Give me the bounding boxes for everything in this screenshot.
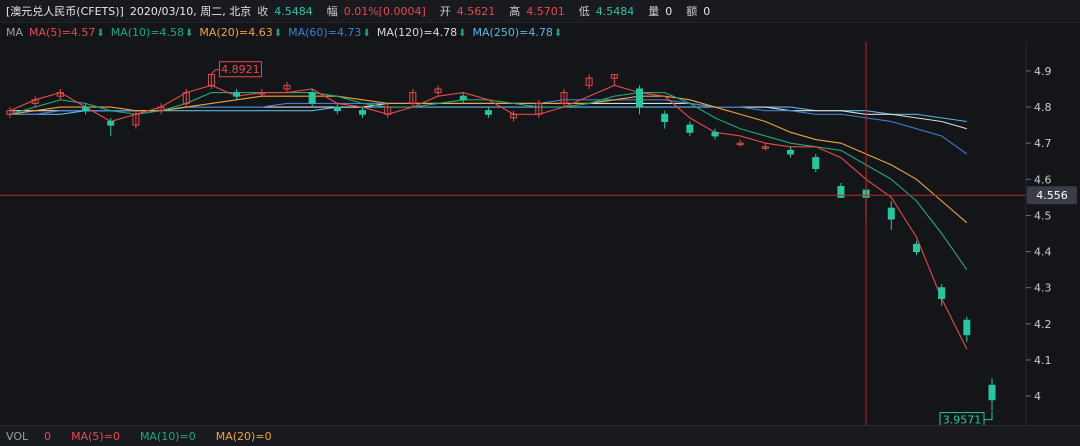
max-leader <box>211 69 220 75</box>
y-tick-label: 4.7 <box>1034 137 1052 150</box>
arrow-down-icon: ⬇ <box>553 27 563 39</box>
candle-body <box>661 113 669 122</box>
arrow-down-icon: ⬇ <box>362 27 371 39</box>
arrow-down-icon: ⬇ <box>273 27 283 39</box>
high-label: 高 <box>509 5 521 18</box>
y-tick-label: 4.5 <box>1034 209 1052 222</box>
y-tick-label: 4.8 <box>1034 101 1052 114</box>
y-tick-label: 4.3 <box>1034 282 1052 295</box>
close-label: 收 <box>257 5 269 18</box>
ma250-legend[interactable]: MA(250)=4.78⬇ <box>473 26 563 39</box>
change-label: 幅 <box>326 5 338 18</box>
candle-body <box>107 120 115 126</box>
candle-body <box>359 110 367 115</box>
ma20-legend[interactable]: MA(20)=4.63⬇ <box>199 26 282 39</box>
high-value: 4.5701 <box>526 4 565 18</box>
candle-body <box>459 95 467 101</box>
y-tick-label: 4.1 <box>1034 354 1052 367</box>
min-label: 3.9571 <box>943 414 982 425</box>
candle-body <box>938 287 946 300</box>
candle-body <box>686 124 694 133</box>
candle-body <box>887 207 895 220</box>
open-value: 4.5621 <box>456 4 496 18</box>
chart-canvas[interactable]: 4.9 4.8 4.7 4.6 4.5 4.4 4.3 4.2 4.1 4 4.556 4.8921 3… <box>0 42 1080 425</box>
ma10-line <box>9 92 968 270</box>
candle-body <box>912 243 920 253</box>
candle-body <box>333 106 341 112</box>
min-leader <box>984 411 993 421</box>
max-label: 4.8921 <box>221 63 260 76</box>
symbol-name: [澳元兑人民币(CFETS)] <box>6 5 124 18</box>
arrow-down-icon: ⬇ <box>185 27 194 39</box>
y-tick-label: 4.2 <box>1034 318 1052 331</box>
change-abs: [0.0004] <box>378 4 426 18</box>
y-tick-label: 4 <box>1034 390 1041 403</box>
candle-body <box>82 106 90 112</box>
arrow-down-icon: ⬇ <box>458 27 467 39</box>
volume-label: 量 <box>648 5 660 18</box>
candle-body <box>308 92 316 104</box>
candle-body <box>787 149 795 155</box>
candle-body <box>484 110 492 115</box>
volume-value: 0 <box>665 4 673 18</box>
vol-title: VOL <box>6 429 29 443</box>
date-time: 2020/03/10, 周二, 北京 <box>129 5 252 18</box>
vol-ma10: MA(10)=0 <box>139 429 196 443</box>
ma60-legend[interactable]: MA(60)=4.73⬇ <box>288 26 371 39</box>
ma5-line <box>9 84 968 350</box>
candle-body <box>233 92 241 97</box>
y-tick-label: 4.4 <box>1034 246 1052 259</box>
candle-body <box>635 88 643 108</box>
amount-value: 0 <box>703 4 711 18</box>
open-label: 开 <box>439 5 451 18</box>
ma-legend[interactable]: MA MA(5)=4.57⬇ MA(10)=4.58⬇ MA(20)=4.63⬇… <box>0 22 1080 42</box>
candle-body <box>963 319 971 336</box>
crosshair-price-label: 4.556 <box>1036 189 1068 202</box>
candle-body <box>812 157 820 169</box>
ma5-legend[interactable]: MA(5)=4.57⬇ <box>29 26 105 39</box>
ma120-legend[interactable]: MA(120)=4.78⬇ <box>377 26 467 39</box>
y-tick-label: 4.9 <box>1034 65 1052 78</box>
arrow-down-icon: ⬇ <box>96 27 105 39</box>
candle-body <box>711 131 719 137</box>
vol-value: 0 <box>44 429 52 443</box>
ma-title: MA <box>6 25 24 39</box>
candle-body <box>988 384 996 401</box>
vol-ma5: MA(5)=0 <box>71 429 120 443</box>
volume-legend: VOL 0 MA(5)=0 MA(10)=0 MA(20)=0 <box>0 425 1080 446</box>
change-pct: 0.01% <box>343 4 379 18</box>
close-value: 4.5484 <box>274 4 313 18</box>
vol-ma20: MA(20)=0 <box>215 429 272 443</box>
ma10-legend[interactable]: MA(10)=4.58⬇ <box>111 26 194 39</box>
low-label: 低 <box>578 5 590 18</box>
candle-body <box>837 186 845 198</box>
low-value: 4.5484 <box>595 4 635 18</box>
quote-info-bar: [澳元兑人民币(CFETS)] 2020/03/10, 周二, 北京 收 4.5… <box>0 0 1080 23</box>
candlestick-chart[interactable]: 4.9 4.8 4.7 4.6 4.5 4.4 4.3 4.2 4.1 4 4.556 4.8921 3… <box>0 42 1080 425</box>
amount-label: 额 <box>686 5 698 18</box>
y-tick-label: 4.6 <box>1034 173 1052 186</box>
